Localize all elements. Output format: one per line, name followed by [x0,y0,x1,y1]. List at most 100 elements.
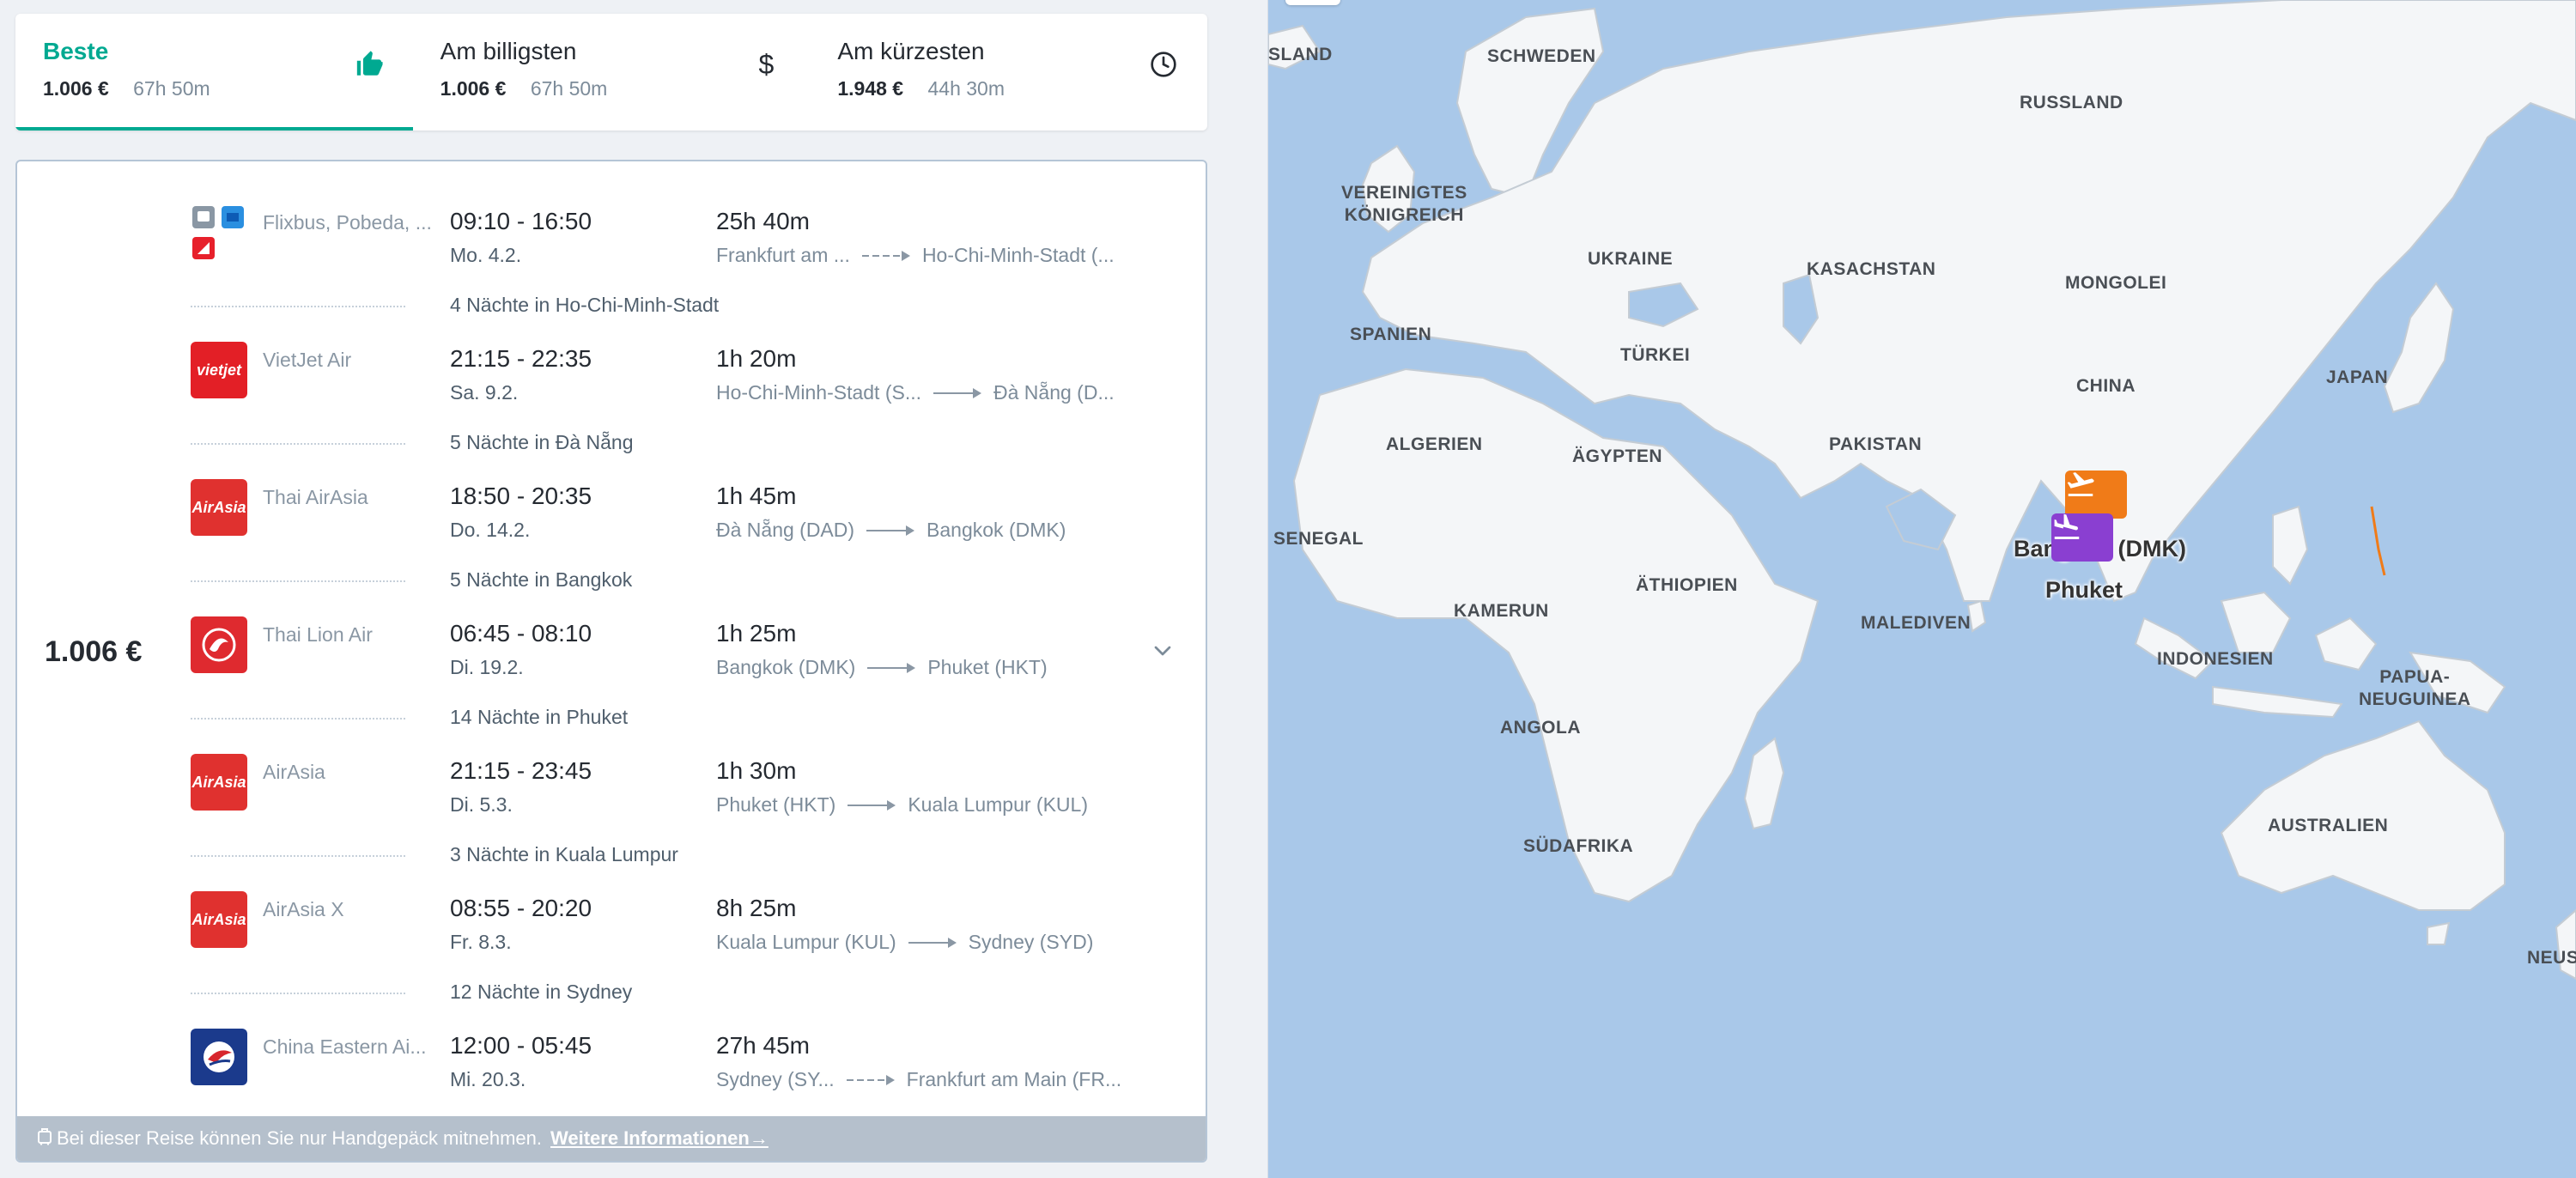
flight-date: Di. 19.2. [450,656,524,678]
lion-air-logo [191,616,247,673]
arrow-right-icon [908,937,957,948]
route-map[interactable]: SLAND SCHWEDEN RUSSLAND VEREINIGTES KÖNI… [1268,0,2576,1178]
airasia-logo: AirAsia [191,891,247,948]
more-info-link[interactable]: Weitere Informationen→ [550,1127,769,1150]
multi-carrier-logos [191,204,247,261]
label-schweden: SCHWEDEN [1487,46,1596,66]
label-uk: VEREINIGTES KÖNIGREICH [1341,183,1467,225]
label-kasachstan: KASACHSTAN [1807,259,1936,279]
tab-cheapest[interactable]: Am billigsten 1.006 € 67h 50m $ [413,14,811,131]
origin: Frankfurt am ... [716,244,850,266]
flight-date: Sa. 9.2. [450,381,519,404]
origin: Kuala Lumpur (KUL) [716,931,896,953]
flight-times: 18:50 - 20:35 [450,483,592,509]
tab-cheapest-title: Am billigsten [440,38,577,64]
flight-route: Đà Nẵng (DAD) Bangkok (DMK) [716,519,1066,542]
stay-text: 4 Nächte in Ho-Chi-Minh-Stadt [450,294,720,316]
tab-fastest[interactable]: Am kürzesten 1.948 € 44h 30m [810,14,1207,131]
origin: Bangkok (DMK) [716,656,856,678]
label-mongolei: MONGOLEI [2065,273,2167,293]
flight-duration: 1h 20m [716,345,797,372]
label-australien: AUSTRALIEN [2268,816,2389,835]
flight-date: Mo. 4.2. [450,244,522,266]
airasia-logo: AirAsia [191,754,247,811]
arrow-right-icon [848,799,896,811]
arrow-right-icon [866,525,915,536]
stay-text: 3 Nächte in Kuala Lumpur [450,843,678,865]
origin: Ho-Chi-Minh-Stadt (S... [716,381,922,404]
label-senegal: SENEGAL [1273,529,1364,549]
china-eastern-logo [191,1029,247,1085]
label-aethiopien: ÄTHIOPIEN [1636,575,1738,595]
label-pakistan: PAKISTAN [1829,434,1923,454]
flight-duration: 1h 30m [716,757,797,784]
label-algerien: ALGERIEN [1386,434,1483,454]
tab-best-title: Beste [43,38,109,64]
label-tuerkei: TÜRKEI [1620,345,1691,365]
divider [191,993,405,994]
destination: Kuala Lumpur (KUL) [908,793,1088,816]
flight-times: 08:55 - 20:20 [450,895,592,921]
flight-times: 21:15 - 22:35 [450,345,592,372]
flight-route: Sydney (SY... Frankfurt am Main (FR... [716,1068,1121,1091]
dollar-icon: $ [758,48,775,80]
flight-segment: Flixbus, Pobeda, ... 09:10 - 16:50 Mo. 4.2… [17,199,1206,294]
tab-fastest-title: Am kürzesten [837,38,985,64]
carrier-name: Thai AirAsia [263,486,368,508]
stay-info: 5 Nächte in Đà Nẵng [17,424,1206,462]
flight-route: Frankfurt am ... Ho-Chi-Minh-Stadt (... [716,244,1115,267]
label-japan: JAPAN [2326,367,2389,387]
destination: Sydney (SYD) [968,931,1094,953]
city-label-phuket[interactable]: Phuket [2045,577,2123,604]
stay-info: 5 Nächte in Bangkok [17,562,1206,599]
flight-date: Mi. 20.3. [450,1068,526,1090]
flight-segment: vietjet VietJet Air 21:15 - 22:35 Sa. 9.2. 1… [17,337,1206,431]
label-aegypten: ÄGYPTEN [1572,446,1663,466]
flight-times: 06:45 - 08:10 [450,620,592,647]
vietjet-logo: vietjet [191,342,247,398]
airplane-takeoff-icon[interactable] [2065,471,2127,519]
tab-fastest-price: 1.948 € [837,77,904,100]
notice-text: Bei dieser Reise können Sie nur Handgepä… [57,1127,542,1149]
label-suedafrika: SÜDAFRIKA [1523,836,1634,856]
destination: Ho-Chi-Minh-Stadt (... [921,244,1115,266]
carrier-name: China Eastern Ai... [263,1035,427,1058]
thumbs-up-icon [355,50,384,79]
flight-route: Kuala Lumpur (KUL) Sydney (SYD) [716,931,1093,954]
arrow-right-icon [846,1074,895,1085]
flight-segment: Thai Lion Air 06:45 - 08:10 Di. 19.2. 1h 25… [17,611,1206,706]
tab-best[interactable]: Beste 1.006 € 67h 50m [15,14,413,131]
carrier-name: AirAsia X [263,898,344,920]
sort-tabs: Beste 1.006 € 67h 50m Am billigsten 1.00… [15,14,1207,131]
label-angola: ANGOLA [1500,718,1581,738]
airplane-landing-icon[interactable] [2051,513,2113,562]
carrier-name: AirAsia [263,761,325,783]
label-spanien: SPANIEN [1350,325,1432,344]
carrier-name: Thai Lion Air [263,623,373,646]
label-indonesien: INDONESIEN [2157,649,2274,669]
stay-info: 4 Nächte in Ho-Chi-Minh-Stadt [17,287,1206,325]
destination: Đà Nẵng (D... [993,381,1115,404]
stay-info: 14 Nächte in Phuket [17,699,1206,737]
tab-best-duration: 67h 50m [133,77,210,100]
flight-date: Di. 5.3. [450,793,513,816]
map-land-shapes [1268,0,2576,981]
pane-divider[interactable] [1244,0,1268,1178]
arrow-right-icon [867,662,916,673]
luggage-icon [36,1126,53,1151]
itinerary-card[interactable]: 1.006 € Flixbus, Pobeda, ... 09:10 - 16:5… [15,160,1207,1163]
flight-route: Phuket (HKT) Kuala Lumpur (KUL) [716,793,1088,817]
flight-times: 12:00 - 05:45 [450,1032,592,1059]
divider [191,443,405,445]
tab-fastest-duration: 44h 30m [927,77,1005,100]
map-zoom-control[interactable] [1285,0,1340,5]
carrier-name: Flixbus, Pobeda, ... [263,211,432,234]
label-russland: RUSSLAND [2020,93,2123,112]
flight-duration: 1h 45m [716,483,797,509]
arrow-right-icon [861,250,910,261]
label-china: CHINA [2076,376,2136,396]
flight-date: Fr. 8.3. [450,931,512,953]
label-neuseeland: NEUSE [2527,948,2576,968]
label-papua: PAPUA- NEUGUINEA [2359,667,2471,709]
stay-text: 12 Nächte in Sydney [450,981,633,1003]
